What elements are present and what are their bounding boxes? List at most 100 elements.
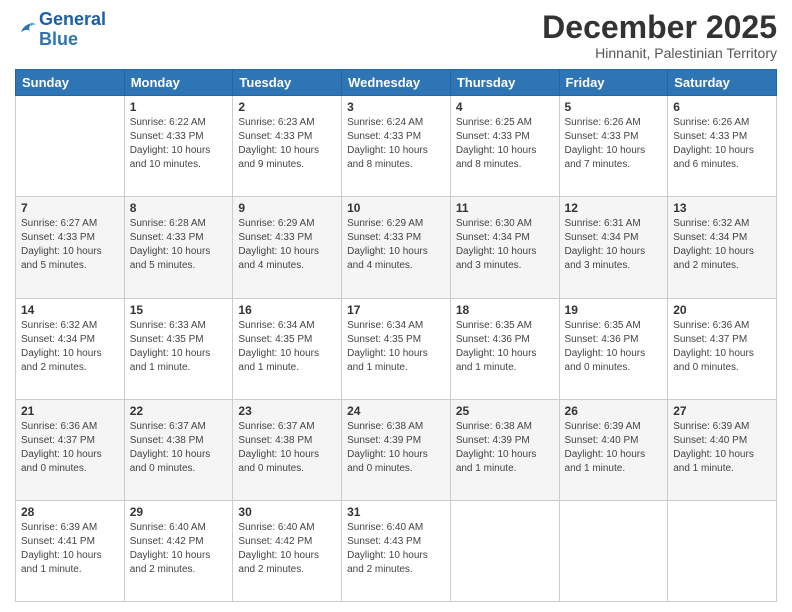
table-row: 12Sunrise: 6:31 AM Sunset: 4:34 PM Dayli… — [559, 197, 668, 298]
calendar-week-2: 7Sunrise: 6:27 AM Sunset: 4:33 PM Daylig… — [16, 197, 777, 298]
day-info: Sunrise: 6:35 AM Sunset: 4:36 PM Dayligh… — [565, 319, 663, 375]
table-row: 16 Sunrise: 6:34 AM Sunset: 4:35 PM Dayli… — [233, 298, 342, 399]
table-row: 21Sunrise: 6:36 AM Sunset: 4:37 PM Dayli… — [16, 399, 125, 500]
day-info: Sunrise: 6:36 AM Sunset: 4:37 PM Dayligh… — [673, 319, 771, 375]
table-row: 24 Sunrise: 6:38 AM Sunset: 4:39 PM Dayli… — [342, 399, 451, 500]
logo-general: General — [39, 9, 106, 29]
table-row: 27 Sunrise: 6:39 AM Sunset: 4:40 PM Dayli… — [668, 399, 777, 500]
col-monday: Monday — [124, 70, 233, 96]
table-row: 13Sunrise: 6:32 AM Sunset: 4:34 PM Dayli… — [668, 197, 777, 298]
calendar-table: Sunday Monday Tuesday Wednesday Thursday… — [15, 69, 777, 602]
day-info: Sunrise: 6:38 AM Sunset: 4:39 PM Dayligh… — [456, 420, 554, 476]
day-info: Sunrise: 6:35 AM Sunset: 4:36 PM Dayligh… — [456, 319, 554, 375]
day-info: Sunrise: 6:39 AM Sunset: 4:40 PM Dayligh… — [673, 420, 771, 476]
day-number: 28 — [21, 505, 119, 519]
table-row — [668, 500, 777, 601]
table-row: 30Sunrise: 6:40 AM Sunset: 4:42 PM Dayli… — [233, 500, 342, 601]
day-number: 8 — [130, 201, 228, 215]
day-number: 26 — [565, 404, 663, 418]
day-info: Sunrise: 6:32 AM Sunset: 4:34 PM Dayligh… — [21, 319, 119, 375]
logo-text-block: General Blue — [39, 10, 106, 50]
day-info: Sunrise: 6:28 AM Sunset: 4:33 PM Dayligh… — [130, 217, 228, 273]
table-row: 4Sunrise: 6:25 AM Sunset: 4:33 PM Daylig… — [450, 96, 559, 197]
table-row: 19 Sunrise: 6:35 AM Sunset: 4:36 PM Dayli… — [559, 298, 668, 399]
logo-text: General Blue — [39, 10, 106, 50]
day-number: 23 — [238, 404, 336, 418]
table-row — [559, 500, 668, 601]
table-row: 22 Sunrise: 6:37 AM Sunset: 4:38 PM Dayli… — [124, 399, 233, 500]
day-info: Sunrise: 6:22 AM Sunset: 4:33 PM Dayligh… — [130, 116, 228, 172]
day-number: 7 — [21, 201, 119, 215]
day-info: Sunrise: 6:24 AM Sunset: 4:33 PM Dayligh… — [347, 116, 445, 172]
table-row: 3 Sunrise: 6:24 AM Sunset: 4:33 PM Daylig… — [342, 96, 451, 197]
table-row: 6 Sunrise: 6:26 AM Sunset: 4:33 PM Daylig… — [668, 96, 777, 197]
day-info: Sunrise: 6:31 AM Sunset: 4:34 PM Dayligh… — [565, 217, 663, 273]
day-info: Sunrise: 6:37 AM Sunset: 4:38 PM Dayligh… — [130, 420, 228, 476]
col-tuesday: Tuesday — [233, 70, 342, 96]
table-row: 23 Sunrise: 6:37 AM Sunset: 4:38 PM Dayli… — [233, 399, 342, 500]
day-number: 19 — [565, 303, 663, 317]
logo: General Blue — [15, 10, 106, 50]
calendar-week-1: 1 Sunrise: 6:22 AM Sunset: 4:33 PM Daylig… — [16, 96, 777, 197]
day-info: Sunrise: 6:37 AM Sunset: 4:38 PM Dayligh… — [238, 420, 336, 476]
day-info: Sunrise: 6:34 AM Sunset: 4:35 PM Dayligh… — [347, 319, 445, 375]
logo-bird-icon — [15, 19, 37, 41]
calendar-week-5: 28 Sunrise: 6:39 AM Sunset: 4:41 PM Dayli… — [16, 500, 777, 601]
table-row: 15 Sunrise: 6:33 AM Sunset: 4:35 PM Dayli… — [124, 298, 233, 399]
day-number: 27 — [673, 404, 771, 418]
table-row: 20Sunrise: 6:36 AM Sunset: 4:37 PM Dayli… — [668, 298, 777, 399]
logo-blue: Blue — [39, 29, 78, 49]
table-row: 9 Sunrise: 6:29 AM Sunset: 4:33 PM Daylig… — [233, 197, 342, 298]
day-info: Sunrise: 6:23 AM Sunset: 4:33 PM Dayligh… — [238, 116, 336, 172]
day-info: Sunrise: 6:40 AM Sunset: 4:42 PM Dayligh… — [130, 521, 228, 577]
day-number: 24 — [347, 404, 445, 418]
day-number: 18 — [456, 303, 554, 317]
col-thursday: Thursday — [450, 70, 559, 96]
day-number: 1 — [130, 100, 228, 114]
day-number: 31 — [347, 505, 445, 519]
table-row: 10Sunrise: 6:29 AM Sunset: 4:33 PM Dayli… — [342, 197, 451, 298]
day-number: 17 — [347, 303, 445, 317]
day-info: Sunrise: 6:33 AM Sunset: 4:35 PM Dayligh… — [130, 319, 228, 375]
table-row: 26 Sunrise: 6:39 AM Sunset: 4:40 PM Dayli… — [559, 399, 668, 500]
table-row: 1 Sunrise: 6:22 AM Sunset: 4:33 PM Daylig… — [124, 96, 233, 197]
day-number: 3 — [347, 100, 445, 114]
table-row: 8 Sunrise: 6:28 AM Sunset: 4:33 PM Daylig… — [124, 197, 233, 298]
table-row: 25Sunrise: 6:38 AM Sunset: 4:39 PM Dayli… — [450, 399, 559, 500]
day-number: 29 — [130, 505, 228, 519]
table-row: 14Sunrise: 6:32 AM Sunset: 4:34 PM Dayli… — [16, 298, 125, 399]
table-row — [450, 500, 559, 601]
table-row: 11 Sunrise: 6:30 AM Sunset: 4:34 PM Dayli… — [450, 197, 559, 298]
title-block: December 2025 Hinnanit, Palestinian Terr… — [542, 10, 777, 61]
day-number: 10 — [347, 201, 445, 215]
day-info: Sunrise: 6:30 AM Sunset: 4:34 PM Dayligh… — [456, 217, 554, 273]
table-row: 7Sunrise: 6:27 AM Sunset: 4:33 PM Daylig… — [16, 197, 125, 298]
day-info: Sunrise: 6:39 AM Sunset: 4:41 PM Dayligh… — [21, 521, 119, 577]
day-info: Sunrise: 6:36 AM Sunset: 4:37 PM Dayligh… — [21, 420, 119, 476]
col-friday: Friday — [559, 70, 668, 96]
day-info: Sunrise: 6:34 AM Sunset: 4:35 PM Dayligh… — [238, 319, 336, 375]
day-number: 2 — [238, 100, 336, 114]
day-number: 15 — [130, 303, 228, 317]
day-number: 6 — [673, 100, 771, 114]
table-row: 2 Sunrise: 6:23 AM Sunset: 4:33 PM Daylig… — [233, 96, 342, 197]
day-info: Sunrise: 6:26 AM Sunset: 4:33 PM Dayligh… — [673, 116, 771, 172]
day-number: 30 — [238, 505, 336, 519]
col-sunday: Sunday — [16, 70, 125, 96]
table-row: 28 Sunrise: 6:39 AM Sunset: 4:41 PM Dayli… — [16, 500, 125, 601]
day-info: Sunrise: 6:38 AM Sunset: 4:39 PM Dayligh… — [347, 420, 445, 476]
day-number: 11 — [456, 201, 554, 215]
day-info: Sunrise: 6:26 AM Sunset: 4:33 PM Dayligh… — [565, 116, 663, 172]
day-number: 16 — [238, 303, 336, 317]
day-info: Sunrise: 6:40 AM Sunset: 4:43 PM Dayligh… — [347, 521, 445, 577]
calendar-title: December 2025 — [542, 10, 777, 45]
calendar-subtitle: Hinnanit, Palestinian Territory — [542, 45, 777, 61]
day-number: 13 — [673, 201, 771, 215]
day-number: 9 — [238, 201, 336, 215]
day-info: Sunrise: 6:39 AM Sunset: 4:40 PM Dayligh… — [565, 420, 663, 476]
day-info: Sunrise: 6:29 AM Sunset: 4:33 PM Dayligh… — [238, 217, 336, 273]
day-number: 22 — [130, 404, 228, 418]
day-info: Sunrise: 6:25 AM Sunset: 4:33 PM Dayligh… — [456, 116, 554, 172]
table-row: 17 Sunrise: 6:34 AM Sunset: 4:35 PM Dayli… — [342, 298, 451, 399]
calendar-header-row: Sunday Monday Tuesday Wednesday Thursday… — [16, 70, 777, 96]
